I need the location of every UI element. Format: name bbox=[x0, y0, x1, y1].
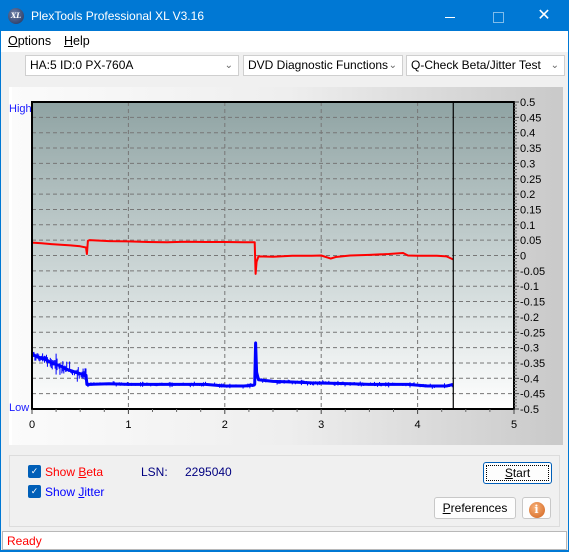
preferences-label: references bbox=[450, 501, 508, 515]
preferences-button[interactable]: Preferences bbox=[434, 497, 516, 519]
y-tick-label: 0.45 bbox=[520, 112, 541, 124]
app-window: XL PlexTools Professional XL V3.16 ✕ Opt… bbox=[0, 0, 569, 551]
y-tick-label: -0.45 bbox=[520, 389, 545, 401]
info-icon: i bbox=[528, 502, 545, 518]
high-label: High bbox=[9, 103, 32, 115]
y-tick-label: -0.15 bbox=[520, 297, 545, 309]
y-tick-label: 0.25 bbox=[520, 174, 541, 186]
checkmark-icon: ✓ bbox=[30, 466, 39, 476]
low-label: Low bbox=[9, 402, 30, 414]
start-button[interactable]: Start bbox=[483, 462, 552, 484]
x-tick-label: 3 bbox=[318, 419, 324, 431]
y-tick-label: -0.35 bbox=[520, 358, 545, 370]
y-tick-label: 0.3 bbox=[520, 158, 535, 170]
lsn-value: 2295040 bbox=[185, 465, 232, 479]
preferences-accel: P bbox=[442, 501, 451, 515]
controls-panel: ✓ Show Beta ✓ Show Jitter LSN: 2295040 S… bbox=[9, 455, 560, 527]
y-tick-label: -0.1 bbox=[520, 281, 539, 293]
checkmark-icon: ✓ bbox=[30, 486, 39, 496]
y-tick-label: -0.25 bbox=[520, 327, 545, 339]
x-tick-label: 1 bbox=[125, 419, 131, 431]
focus-rect bbox=[486, 465, 549, 481]
x-axis: 0 1 2 3 4 5 bbox=[29, 409, 517, 431]
y-tick-label: -0.3 bbox=[520, 343, 539, 355]
x-tick-label: 4 bbox=[415, 419, 421, 431]
info-button[interactable]: i bbox=[522, 497, 551, 519]
y-tick-label: -0.5 bbox=[520, 404, 539, 416]
y-axis-right: 0.5 0.45 0.4 0.35 0.3 0.25 0.2 0.15 0.1 0.05 0 -0.0… bbox=[514, 97, 545, 416]
show-beta-checkbox[interactable]: ✓ bbox=[28, 465, 41, 478]
y-tick-label: 0.2 bbox=[520, 189, 535, 201]
show-beta-text-rest: eta bbox=[86, 465, 104, 479]
show-beta-label[interactable]: Show Beta bbox=[45, 465, 103, 479]
y-tick-label: 0.15 bbox=[520, 204, 541, 216]
y-tick-label: 0.4 bbox=[520, 128, 535, 140]
y-tick-label: 0.5 bbox=[520, 97, 535, 109]
y-tick-label: 0 bbox=[520, 251, 526, 263]
y-tick-label: -0.4 bbox=[520, 373, 539, 385]
y-tick-label: -0.2 bbox=[520, 312, 539, 324]
show-jitter-label[interactable]: Show Jitter bbox=[45, 485, 104, 499]
show-jitter-checkbox[interactable]: ✓ bbox=[28, 485, 41, 498]
status-text: Ready bbox=[7, 534, 42, 548]
x-tick-label: 5 bbox=[511, 419, 517, 431]
y-tick-label: -0.05 bbox=[520, 266, 545, 278]
x-tick-label: 0 bbox=[29, 419, 35, 431]
status-bar: Ready bbox=[2, 531, 567, 550]
show-jitter-text-rest: itter bbox=[84, 485, 105, 499]
y-tick-label: 0.35 bbox=[520, 143, 541, 155]
show-beta-text: Show bbox=[45, 465, 79, 479]
y-tick-label: 0.1 bbox=[520, 220, 535, 232]
lsn-label: LSN: bbox=[141, 465, 168, 479]
y-tick-label: 0.05 bbox=[520, 235, 541, 247]
show-jitter-text: Show bbox=[45, 485, 79, 499]
x-tick-label: 2 bbox=[222, 419, 228, 431]
